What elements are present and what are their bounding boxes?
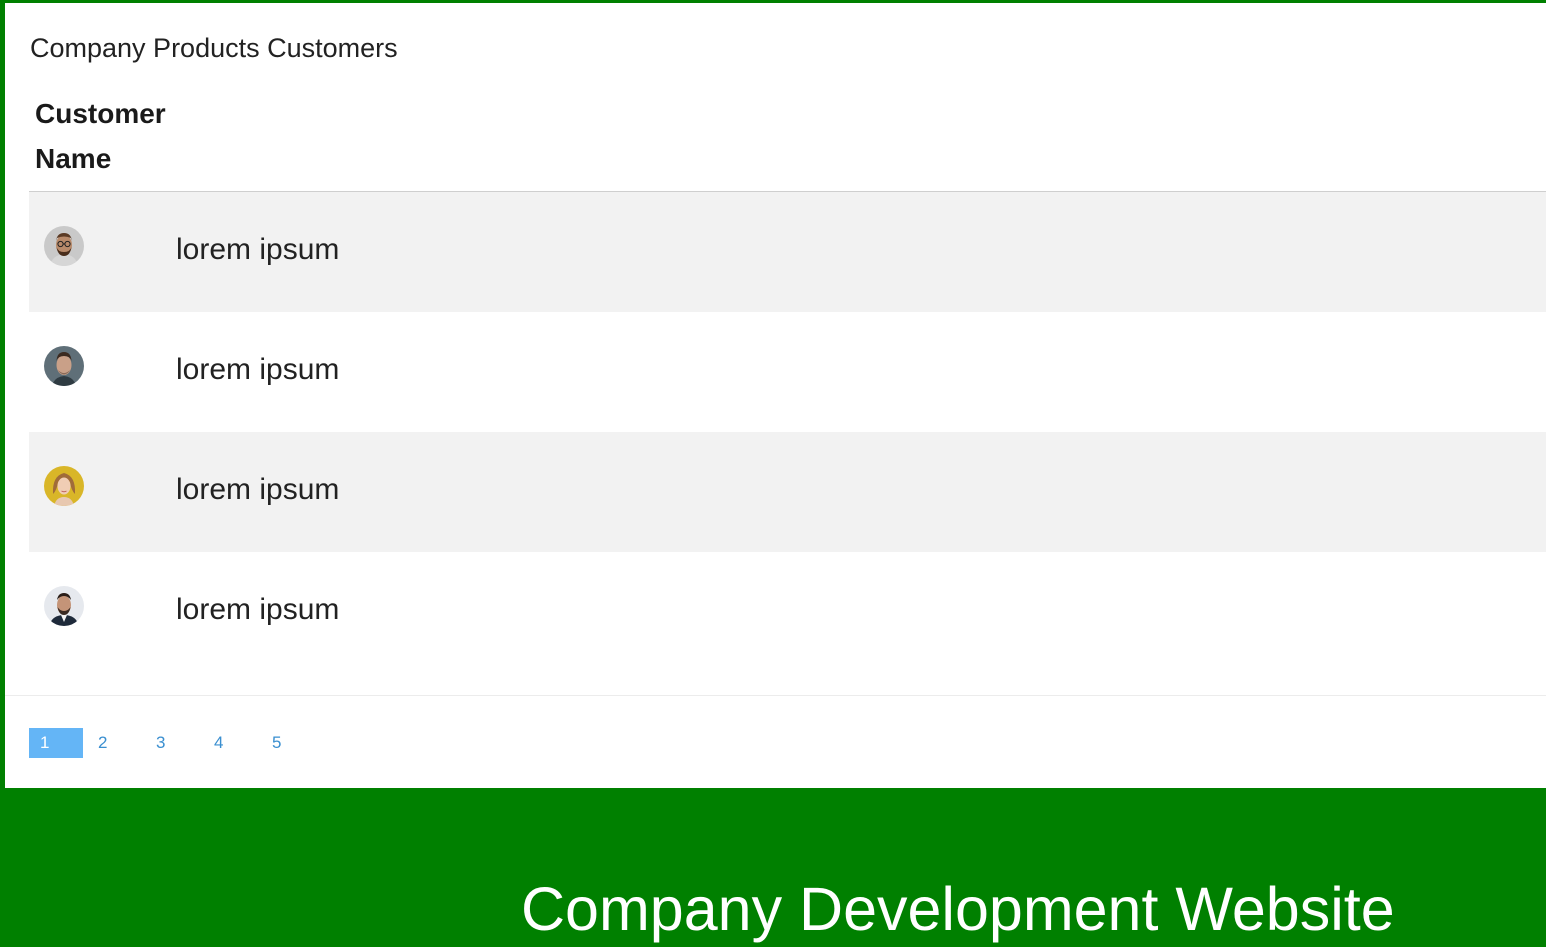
customer-avatar <box>44 586 84 626</box>
card-title: Company Products Customers <box>30 33 398 63</box>
table-row: lorem ipsum <box>29 192 1546 312</box>
customer-name: lorem ipsum <box>176 353 340 386</box>
page: Company Products Customers Customer Name <box>0 0 1546 947</box>
page-1-button[interactable]: 1 <box>29 728 83 758</box>
footer-divider <box>5 695 1546 696</box>
customer-avatar <box>44 226 84 266</box>
customer-name: lorem ipsum <box>176 593 340 626</box>
customer-name: lorem ipsum <box>176 473 340 506</box>
column-header-customer-name: Customer Name <box>35 98 166 174</box>
page-4-button[interactable]: 4 <box>203 728 261 758</box>
page-3-button[interactable]: 3 <box>145 728 203 758</box>
customer-table-body: lorem ipsum lorem ipsum lorem ipsum lore… <box>29 192 1546 672</box>
table-row: lorem ipsum <box>29 432 1546 552</box>
customer-avatar <box>44 466 84 506</box>
customers-card: Company Products Customers Customer Name <box>5 3 1546 788</box>
table-row: lorem ipsum <box>29 312 1546 432</box>
customer-name: lorem ipsum <box>176 233 340 266</box>
page-2-button[interactable]: 2 <box>87 728 145 758</box>
site-title: Company Development Website <box>521 875 1395 943</box>
customer-avatar <box>44 346 84 386</box>
page-5-button[interactable]: 5 <box>261 728 319 758</box>
pagination: 1 2 3 4 5 <box>29 728 319 758</box>
table-row: lorem ipsum <box>29 552 1546 672</box>
